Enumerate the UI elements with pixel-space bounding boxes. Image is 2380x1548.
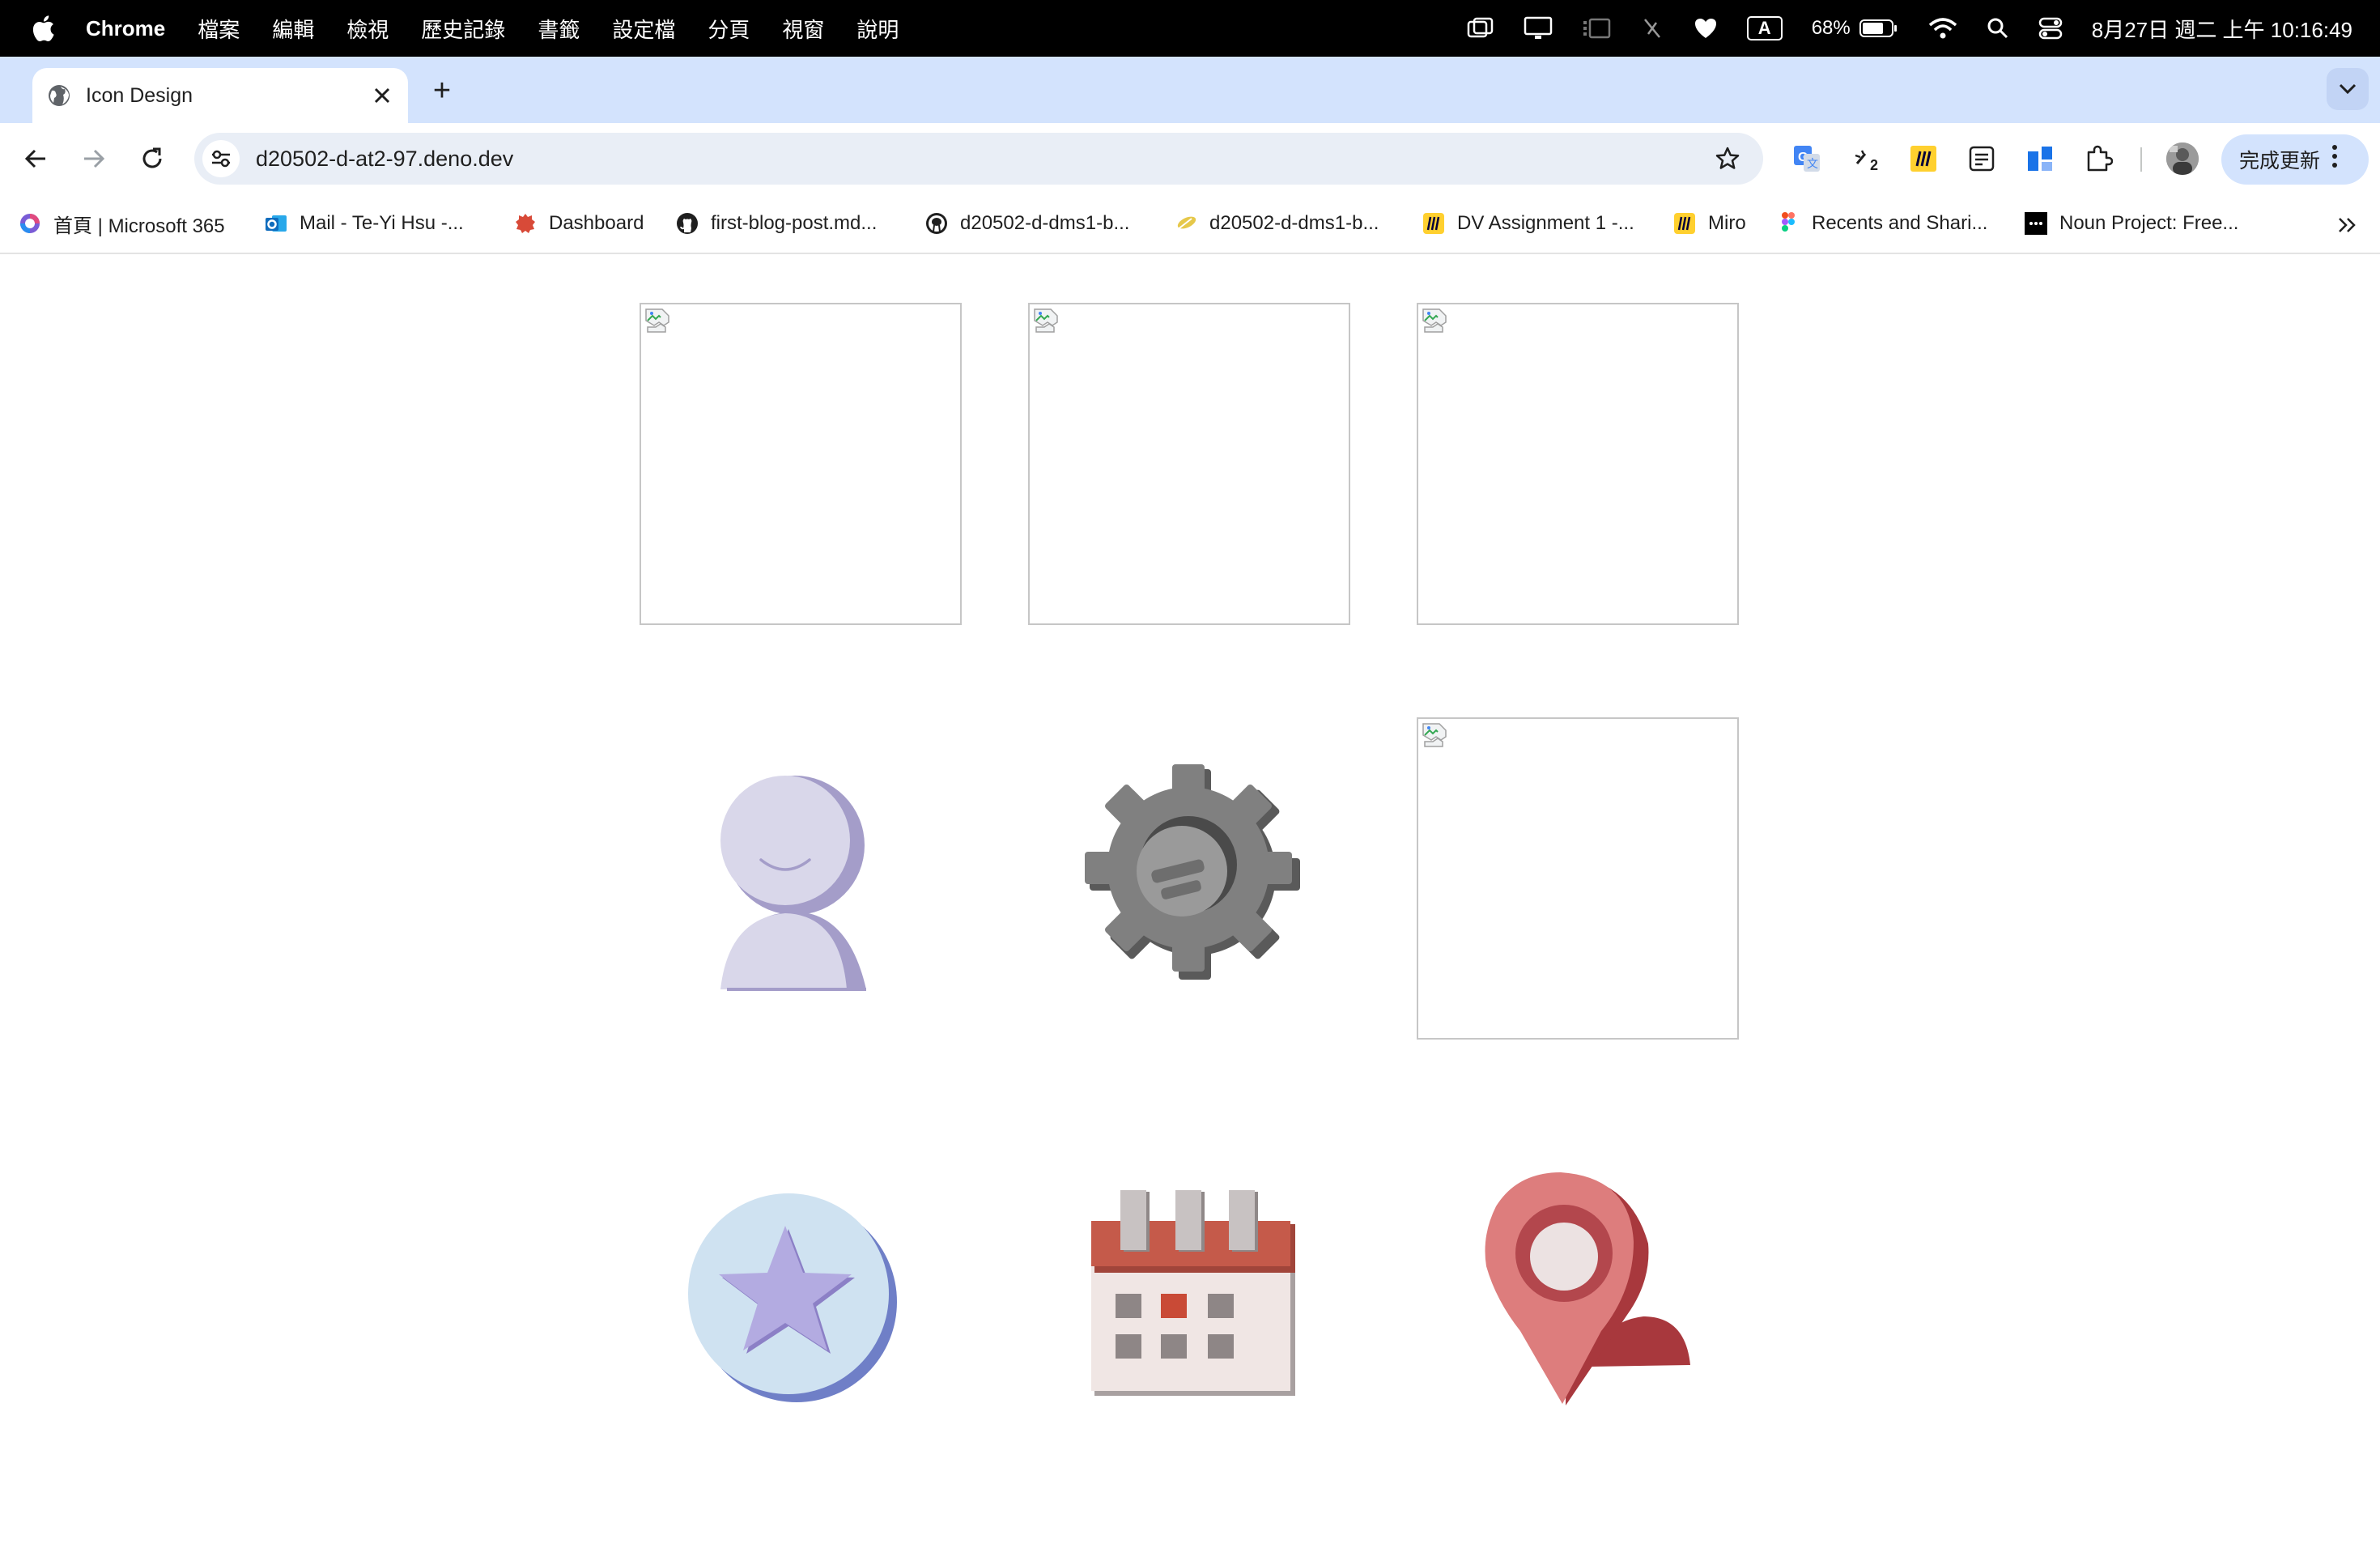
bookmark-item[interactable]: Mail - Te-Yi Hsu -... [264, 206, 464, 241]
bookmark-label: d20502-d-dms1-b... [960, 212, 1130, 234]
broken-image-placeholder [1417, 717, 1739, 1040]
bookmark-label: DV Assignment 1 -... [1457, 212, 1634, 234]
bookmarks-bar: 首頁 | Microsoft 365 Mail - Te-Yi Hsu -...… [0, 194, 2380, 254]
wifi-icon[interactable] [1928, 17, 1957, 40]
tab-search-chevron-down-icon[interactable] [2327, 68, 2369, 110]
microsoft365-icon [18, 211, 42, 236]
extension-badge: 2 [1870, 157, 1879, 173]
menu-help[interactable]: 說明 [856, 14, 899, 44]
address-bar[interactable]: d20502-d-at2-97.deno.dev [194, 133, 1763, 185]
macos-menu-bar: Chrome 檔案 編輯 檢視 歷史記錄 書籤 設定檔 分頁 視窗 說明 A 6… [0, 0, 2380, 57]
feather-icon [1174, 211, 1198, 236]
user-icon [704, 764, 899, 1003]
menu-profiles[interactable]: 設定檔 [612, 14, 675, 44]
tab-title: Icon Design [86, 83, 193, 107]
menu-edit[interactable]: 編輯 [272, 14, 314, 44]
broken-image-placeholder [1417, 303, 1739, 625]
tab-icon-design[interactable]: Icon Design [32, 68, 408, 123]
menubar-clock[interactable]: 8月27日 週二 上午 10:16:49 [2092, 14, 2352, 44]
deno-icon [924, 211, 949, 236]
bookmark-item[interactable]: d20502-d-dms1-b... [924, 206, 1129, 241]
bookmark-label: first-blog-post.md... [711, 212, 878, 234]
back-arrow-icon[interactable] [16, 139, 55, 178]
google-translate-icon[interactable]: G文 [1789, 141, 1825, 176]
broken-image-icon [1034, 308, 1058, 333]
url-text[interactable]: d20502-d-at2-97.deno.dev [256, 147, 1713, 172]
tab-close-icon[interactable] [368, 81, 397, 110]
battery-status[interactable]: 68% [1812, 17, 1899, 40]
bookmark-item[interactable]: DV Assignment 1 -... [1422, 206, 1634, 241]
notes-extension-icon[interactable] [1964, 141, 2000, 176]
globe-icon [47, 83, 71, 108]
menu-view[interactable]: 檢視 [346, 14, 389, 44]
kebab-menu-icon[interactable] [2331, 144, 2338, 175]
menu-tab[interactable]: 分頁 [708, 14, 750, 44]
browser-toolbar: d20502-d-at2-97.deno.dev G文 2 完成更新 [0, 123, 2380, 194]
bookmark-item[interactable]: Miro [1672, 206, 1746, 241]
broken-image-icon [1422, 308, 1447, 333]
new-tab-button[interactable]: + [424, 73, 460, 108]
figma-icon [1776, 211, 1800, 236]
bookmark-label: Noun Project: Free... [2059, 212, 2239, 234]
side-panel-extension-icon[interactable] [2022, 141, 2058, 176]
miro-icon [1422, 211, 1446, 236]
bookmarks-overflow-chevron-icon[interactable] [2331, 209, 2364, 241]
menu-file[interactable]: 檔案 [198, 14, 240, 44]
display-icon[interactable] [1524, 16, 1553, 40]
heart-icon[interactable] [1694, 17, 1718, 40]
bookmark-label: 首頁 | Microsoft 365 [53, 215, 225, 237]
bookmark-star-icon[interactable] [1713, 144, 1742, 173]
finish-update-button[interactable]: 完成更新 [2221, 134, 2369, 185]
screen-mirroring-icon[interactable] [1467, 17, 1494, 40]
bookmark-item[interactable]: Noun Project: Free... [2024, 206, 2238, 241]
location-pin-icon [1480, 1169, 1698, 1416]
svg-text:文: 文 [1807, 157, 1818, 170]
finish-update-label: 完成更新 [2239, 150, 2321, 172]
menu-history[interactable]: 歷史記錄 [421, 14, 505, 44]
bookmark-label: Mail - Te-Yi Hsu -... [300, 212, 464, 234]
star-badge-icon [685, 1193, 903, 1408]
bookmark-item[interactable]: 首頁 | Microsoft 365 [18, 206, 225, 241]
bookmark-label: d20502-d-dms1-b... [1209, 212, 1379, 234]
spotlight-search-icon[interactable] [1987, 17, 2009, 40]
input-source-icon[interactable]: A [1746, 16, 1783, 40]
profile-avatar[interactable] [2166, 142, 2199, 175]
broken-image-icon [645, 308, 669, 333]
menu-bookmarks[interactable]: 書籤 [538, 14, 580, 44]
settings-gear-icon [1083, 763, 1302, 985]
pen-off-icon[interactable] [1640, 16, 1664, 40]
extensions-puzzle-icon[interactable] [2080, 141, 2116, 176]
broken-image-icon [1422, 723, 1447, 747]
menu-app-name[interactable]: Chrome [86, 16, 165, 41]
stage-manager-icon[interactable] [1582, 18, 1611, 39]
github-icon [675, 211, 699, 236]
bookmark-item[interactable]: Recents and Shari... [1776, 206, 1987, 241]
toolbar-divider [2140, 147, 2142, 172]
bookmark-label: Recents and Shari... [1812, 212, 1988, 234]
tab-strip: Icon Design + [0, 57, 2380, 123]
miro-extension-icon[interactable] [1906, 141, 1941, 176]
extension-sparkle-icon[interactable]: 2 [1849, 141, 1885, 176]
bookmark-item[interactable]: d20502-d-dms1-b... [1174, 206, 1379, 241]
bookmark-item[interactable]: first-blog-post.md... [675, 206, 877, 241]
input-source-label: A [1746, 16, 1783, 40]
reload-icon[interactable] [133, 139, 172, 178]
outlook-icon [264, 211, 288, 236]
calendar-icon [1090, 1189, 1300, 1411]
site-info-tune-icon[interactable] [202, 140, 240, 177]
bookmark-label: Miro [1708, 212, 1746, 234]
noun-project-icon [2024, 211, 2048, 236]
broken-image-placeholder [640, 303, 962, 625]
bookmark-label: Dashboard [549, 212, 644, 234]
dashboard-icon [513, 211, 538, 236]
forward-arrow-icon[interactable] [74, 139, 113, 178]
control-center-icon[interactable] [2038, 17, 2063, 40]
battery-percent: 68% [1811, 17, 1851, 39]
menu-window[interactable]: 視窗 [782, 14, 824, 44]
broken-image-placeholder [1028, 303, 1350, 625]
bookmark-item[interactable]: Dashboard [513, 206, 644, 241]
apple-menu-icon[interactable] [31, 15, 55, 42]
battery-icon [1859, 19, 1897, 37]
miro-icon [1672, 211, 1697, 236]
